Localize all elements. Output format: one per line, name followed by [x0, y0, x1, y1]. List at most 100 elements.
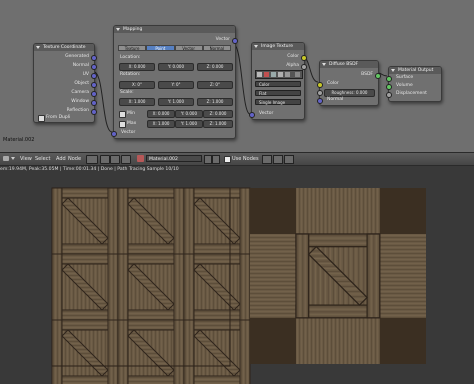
collapse-menus-icon[interactable] — [11, 157, 15, 160]
scale-z-field[interactable]: Z: 1.000 — [197, 98, 233, 106]
rotation-z-field[interactable]: Z: 0° — [197, 81, 233, 89]
diffuse-color-input: Color — [327, 81, 339, 86]
location-y-field[interactable]: Y: 0.000 — [158, 63, 194, 71]
socket-normal[interactable] — [91, 64, 97, 70]
location-x-field[interactable]: X: 0.000 — [119, 63, 155, 71]
from-dupli-checkbox[interactable] — [38, 115, 45, 122]
texcoord-title: Texture Coordinate — [43, 45, 86, 50]
use-nodes-checkbox[interactable] — [224, 156, 231, 163]
material-output-node[interactable]: Material Output Surface Volume Displacem… — [386, 66, 442, 102]
type-texture-button[interactable]: Texture — [118, 45, 147, 51]
material-users-icon[interactable] — [204, 155, 212, 164]
texcoord-header[interactable]: Texture Coordinate — [34, 44, 94, 51]
max-x-field[interactable]: X: 1.000 — [147, 120, 175, 128]
image-new-icon[interactable] — [278, 72, 283, 77]
rotation-x-field[interactable]: X: 0° — [119, 81, 155, 89]
roughness-socket[interactable] — [317, 90, 323, 96]
type-normal-button[interactable]: Normal — [202, 45, 231, 51]
texture-type-icon[interactable] — [110, 155, 120, 164]
max-z-field[interactable]: Z: 1.000 — [203, 120, 233, 128]
node-tree-material-label: Material.002 — [3, 137, 35, 143]
min-x-field[interactable]: X: 0.000 — [147, 110, 175, 118]
image-texture-header[interactable]: Image Texture — [252, 43, 304, 50]
menu-node[interactable]: Node — [68, 156, 81, 162]
type-vector-button[interactable]: Vector — [174, 45, 203, 51]
node-editor[interactable]: Texture Coordinate Generated Normal UV O… — [0, 0, 474, 152]
diffuse-color-socket[interactable] — [317, 82, 323, 88]
max-y-field[interactable]: Y: 1.000 — [175, 120, 203, 128]
mapping-title: Mapping — [123, 27, 143, 32]
menu-select[interactable]: Select — [35, 156, 50, 162]
image-browse-row[interactable] — [255, 70, 303, 79]
collapse-triangle-icon[interactable] — [254, 45, 258, 48]
image-browse-icon[interactable] — [257, 72, 262, 77]
texcoord-output-object: Object — [74, 81, 89, 86]
min-y-field[interactable]: Y: 0.000 — [175, 110, 203, 118]
backdrop-icon[interactable] — [262, 155, 272, 164]
mapping-node[interactable]: Mapping Vector Texture Point Vector Norm… — [111, 25, 238, 139]
socket-uv[interactable] — [91, 73, 97, 79]
editor-type-icon[interactable] — [3, 156, 9, 161]
socket-window[interactable] — [91, 100, 97, 106]
image-unlink-icon[interactable] — [295, 72, 300, 77]
min-checkbox[interactable] — [119, 111, 126, 118]
diffuse-bsdf-socket[interactable] — [375, 73, 381, 79]
image-projection-dropdown[interactable]: Flat — [255, 90, 301, 96]
material-unlink-icon[interactable] — [212, 155, 220, 164]
copy-icon[interactable] — [284, 155, 294, 164]
output-header[interactable]: Material Output — [389, 67, 441, 74]
from-dupli-label: From Dupli — [46, 115, 71, 120]
scale-y-field[interactable]: Y: 1.000 — [158, 98, 194, 106]
image-slot-icon — [264, 72, 269, 77]
mapping-header[interactable]: Mapping — [114, 26, 235, 33]
collapse-triangle-icon[interactable] — [391, 69, 395, 72]
image-source-dropdown[interactable]: Single Image — [255, 99, 301, 105]
texture-coordinate-node[interactable]: Texture Coordinate Generated Normal UV O… — [33, 43, 97, 123]
image-pin-icon[interactable] — [271, 72, 276, 77]
mapping-type-selector[interactable]: Texture Point Vector Normal — [118, 45, 231, 51]
image-color-dropdown[interactable]: Color — [255, 81, 301, 87]
socket-camera[interactable] — [91, 91, 97, 97]
volume-socket[interactable] — [386, 84, 392, 90]
scale-x-field[interactable]: X: 1.000 — [119, 98, 155, 106]
shader-type-icon[interactable] — [86, 155, 98, 164]
location-z-field[interactable]: Z: 0.000 — [197, 63, 233, 71]
collapse-triangle-icon[interactable] — [116, 28, 120, 31]
socket-reflection[interactable] — [91, 109, 97, 115]
collapse-triangle-icon[interactable] — [322, 63, 326, 66]
collapse-triangle-icon[interactable] — [36, 46, 40, 49]
menu-add[interactable]: Add — [56, 156, 66, 162]
socket-object[interactable] — [91, 82, 97, 88]
min-z-field[interactable]: Z: 0.000 — [203, 110, 233, 118]
texcoord-output-generated: Generated — [65, 54, 89, 59]
world-type-icon[interactable] — [121, 155, 131, 164]
type-point-button[interactable]: Point — [146, 45, 175, 51]
mapping-output-socket[interactable] — [232, 38, 238, 44]
diffuse-bsdf-node[interactable]: Diffuse BSDF BSDF Color Roughness: 0.000… — [317, 60, 381, 106]
clamped-crate-texture — [250, 188, 426, 364]
max-checkbox[interactable] — [119, 121, 126, 128]
image-color-socket[interactable] — [301, 55, 307, 61]
scale-label: Scale: — [120, 90, 134, 95]
snap-icon[interactable] — [273, 155, 283, 164]
diffuse-normal-input: Normal — [327, 97, 344, 102]
min-label: Min — [127, 111, 135, 116]
image-vector-socket[interactable] — [249, 112, 255, 118]
object-type-icon[interactable] — [100, 155, 110, 164]
roughness-field[interactable]: Roughness: 0.000 — [324, 89, 375, 97]
node-editor-header[interactable]: View Select Add Node Material.002 Use No… — [0, 152, 474, 166]
socket-generated[interactable] — [91, 55, 97, 61]
menu-view[interactable]: View — [20, 156, 32, 162]
surface-socket[interactable] — [386, 76, 392, 82]
image-texture-node[interactable]: Image Texture Color Alpha Color Flat Sin… — [249, 42, 307, 120]
material-name-field[interactable]: Material.002 — [146, 155, 202, 162]
displacement-socket[interactable] — [386, 92, 392, 98]
rotation-y-field[interactable]: Y: 0° — [158, 81, 194, 89]
diffuse-header[interactable]: Diffuse BSDF — [320, 61, 378, 68]
render-viewport[interactable] — [0, 174, 474, 384]
image-reload-icon[interactable] — [285, 72, 290, 77]
link-mapping-image — [233, 44, 251, 115]
mapping-input-socket[interactable] — [111, 131, 117, 137]
diffuse-normal-socket[interactable] — [317, 98, 323, 104]
material-browse-icon[interactable] — [137, 155, 144, 162]
